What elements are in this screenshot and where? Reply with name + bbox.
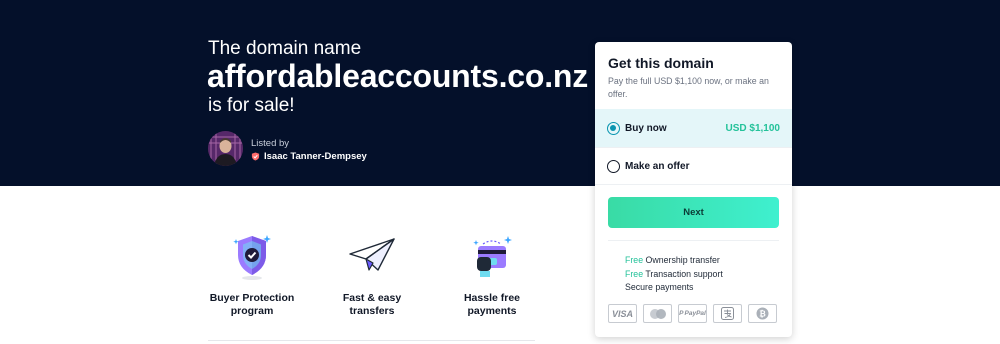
feature-fast-transfers: Fast & easy transfers: [322, 230, 422, 318]
shield-check-icon: [233, 235, 271, 280]
perk-item: Free Transaction support: [625, 268, 723, 282]
option-make-offer[interactable]: Make an offer: [595, 147, 792, 185]
lister-name: Isaac Tanner-Dempsey: [264, 151, 367, 162]
feature-label-line: Hassle free: [463, 292, 521, 304]
feature-label-line: payments: [467, 305, 517, 317]
perk-item: Secure payments: [625, 281, 723, 295]
svg-text:₿: ₿: [759, 309, 766, 318]
feature-hassle-free: Hassle free payments: [442, 230, 542, 318]
option-label: Buy now: [625, 122, 667, 134]
hero-banner: The domain name affordableaccounts.co.nz…: [0, 0, 1000, 186]
listed-by-label: Listed by: [251, 138, 290, 149]
feature-label: Fast & easy transfers: [322, 292, 422, 318]
card-subtitle: Pay the full USD $1,100 now, or make an …: [608, 76, 769, 99]
perk-free: Free: [625, 268, 644, 279]
bitcoin-icon: ₿: [748, 304, 777, 323]
perk-text: Secure payments: [625, 282, 694, 292]
feature-label-line: Buyer Protection: [209, 292, 295, 304]
hero-lead: The domain name: [208, 38, 362, 59]
option-price: USD $1,100: [725, 122, 780, 134]
perk-free: Free: [625, 255, 644, 265]
paypal-icon: P PayPal: [678, 304, 707, 323]
visa-icon: VISA: [608, 304, 637, 323]
option-label: Make an offer: [625, 160, 690, 172]
option-buy-now[interactable]: Buy now USD $1,100: [595, 109, 792, 147]
perk-text: Ownership transfer: [643, 255, 720, 265]
card-hand-icon: [473, 236, 512, 277]
paper-plane-icon: [349, 238, 395, 271]
paypal-label: PayPal: [684, 310, 706, 317]
avatar: [208, 131, 243, 166]
domain-name: affordableaccounts.co.nz: [207, 58, 589, 94]
mastercard-icon: [643, 304, 672, 323]
feature-label-line: program: [230, 305, 274, 317]
feature-label-line: transfers: [349, 305, 395, 317]
card-title: Get this domain: [608, 55, 714, 71]
feature-label-line: Fast & easy: [342, 292, 402, 304]
features-section: Buyer Protection program Fast & easy tra…: [200, 230, 540, 330]
for-sale-text: is for sale!: [208, 95, 295, 116]
lister[interactable]: Isaac Tanner-Dempsey: [251, 151, 367, 162]
card-divider: [608, 240, 779, 241]
feature-buyer-protection: Buyer Protection program: [202, 230, 302, 318]
perk-item: Free Ownership transfer: [625, 254, 723, 268]
perk-text: Transaction support: [643, 268, 723, 279]
make-offer-radio[interactable]: [607, 159, 620, 173]
next-button[interactable]: Next: [608, 197, 779, 228]
perks-list: Free Ownership transfer Free Transaction…: [625, 254, 723, 295]
feature-label: Hassle free payments: [442, 292, 542, 318]
features-divider: [208, 340, 535, 341]
purchase-card: Get this domain Pay the full USD $1,100 …: [595, 42, 792, 337]
alipay-icon: [713, 304, 742, 323]
verified-badge-icon: [251, 152, 260, 161]
feature-label: Buyer Protection program: [202, 292, 302, 318]
buy-now-radio[interactable]: [607, 121, 620, 135]
